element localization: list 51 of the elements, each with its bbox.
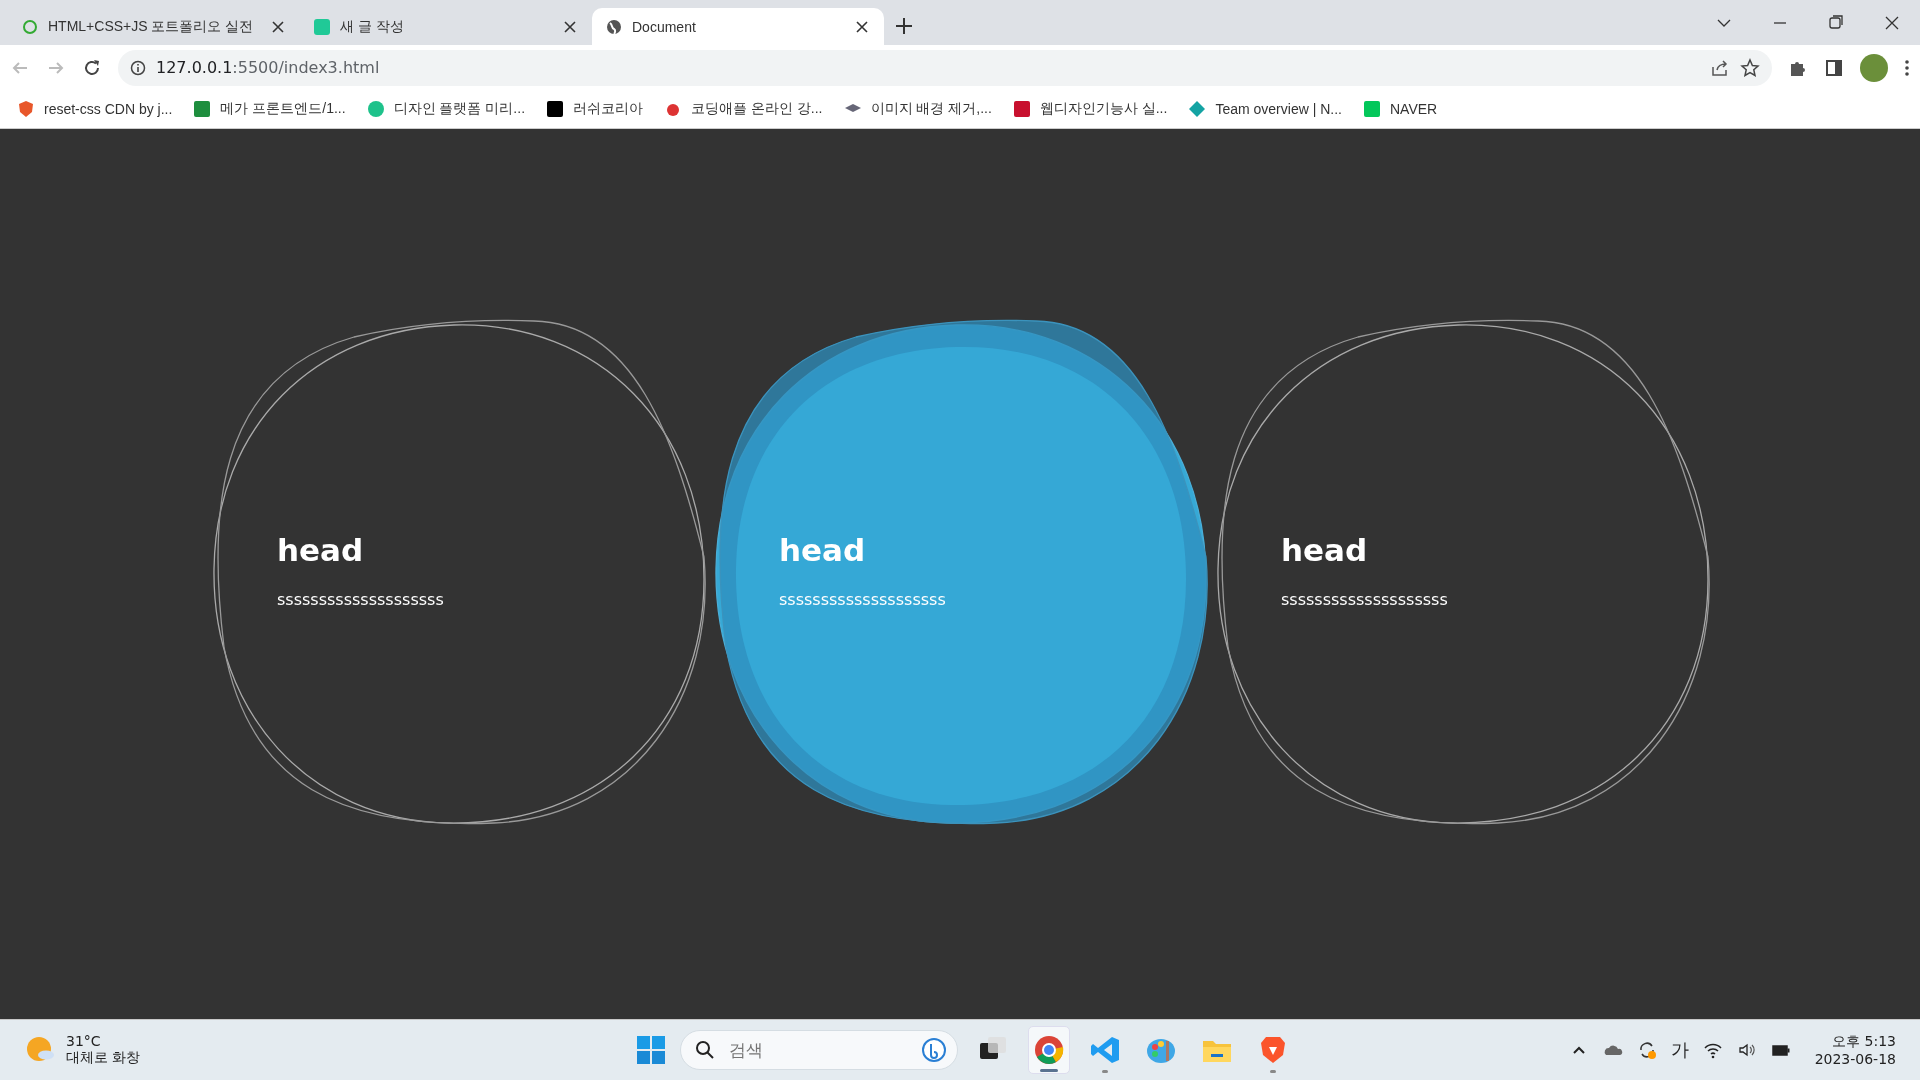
side-panel-icon[interactable] xyxy=(1824,57,1844,78)
bookmark-link[interactable]: reset-css CDN by j... xyxy=(18,101,173,117)
bookmark-link[interactable]: 웹디자인기능사 실... xyxy=(1013,100,1168,118)
bookmark-favicon-icon xyxy=(665,101,682,117)
address-bar[interactable]: 127.0.0.1:5500/index3.html xyxy=(118,49,1772,86)
bookmark-favicon-icon xyxy=(1189,101,1206,117)
bookmark-link[interactable]: 러쉬코리아 xyxy=(547,100,644,118)
info-icon[interactable] xyxy=(130,59,146,76)
browser-tab[interactable]: HTML+CSS+JS 포트폴리오 실전 xyxy=(8,8,300,45)
url-text: 127.0.0.1:5500/index3.html xyxy=(156,58,381,77)
star-icon[interactable] xyxy=(1740,57,1760,78)
card-text: ssssssssssssssssssss xyxy=(277,590,444,609)
weather-condition: 대체로 화창 xyxy=(66,1049,141,1067)
search-icon xyxy=(695,1040,715,1060)
share-icon[interactable] xyxy=(1710,57,1730,78)
bookmark-link[interactable]: Team overview | N... xyxy=(1189,101,1342,117)
close-icon[interactable] xyxy=(270,18,286,35)
bookmark-favicon-icon xyxy=(547,101,564,117)
favicon-icon xyxy=(22,18,38,35)
bookmark-link[interactable]: NAVER xyxy=(1363,101,1438,117)
search-field[interactable]: 검색 xyxy=(727,1039,909,1061)
card-text: ssssssssssssssssssss xyxy=(1281,590,1448,609)
bookmark-favicon-icon xyxy=(1363,101,1380,117)
bookmark-link[interactable]: 디자인 플랫폼 미리... xyxy=(367,100,526,118)
start-icon[interactable] xyxy=(636,1035,666,1065)
bookmark-link[interactable]: 이미지 배경 제거,... xyxy=(844,100,992,118)
profile-avatar[interactable] xyxy=(1860,53,1888,82)
bookmark-favicon-icon xyxy=(18,101,34,117)
card-heading: head xyxy=(277,532,365,568)
favicon-icon xyxy=(314,18,330,35)
menu-icon[interactable] xyxy=(1904,57,1910,78)
reload-icon[interactable] xyxy=(82,57,102,78)
globe-icon xyxy=(606,18,622,35)
bookmark-favicon-icon xyxy=(367,101,384,117)
close-icon[interactable] xyxy=(854,18,870,35)
browser-tab[interactable]: 새 글 작성 xyxy=(300,8,592,45)
search-bar[interactable]: 검색 xyxy=(680,1030,958,1070)
clock-time[interactable]: 오후 5:13 xyxy=(1832,1033,1896,1051)
clock-date[interactable]: 2023-06-18 xyxy=(1814,1051,1896,1067)
card-heading: head xyxy=(779,532,867,568)
input-method-indicator[interactable]: 가 xyxy=(1670,1038,1689,1062)
bookmark-favicon-icon xyxy=(194,101,211,117)
weather-temperature: 31°C xyxy=(66,1033,102,1049)
bookmark-favicon-icon xyxy=(1013,101,1030,117)
browser-tab[interactable]: Document xyxy=(592,8,884,45)
bookmark-link[interactable]: 코딩애플 온라인 강... xyxy=(665,100,823,118)
chat-bubble-icon[interactable] xyxy=(921,1037,947,1063)
card-heading: head xyxy=(1281,532,1369,568)
card-text: ssssssssssssssssssss xyxy=(779,590,946,609)
bookmark-link[interactable]: 메가 프론트엔드/1... xyxy=(194,100,346,118)
close-icon[interactable] xyxy=(562,18,578,35)
